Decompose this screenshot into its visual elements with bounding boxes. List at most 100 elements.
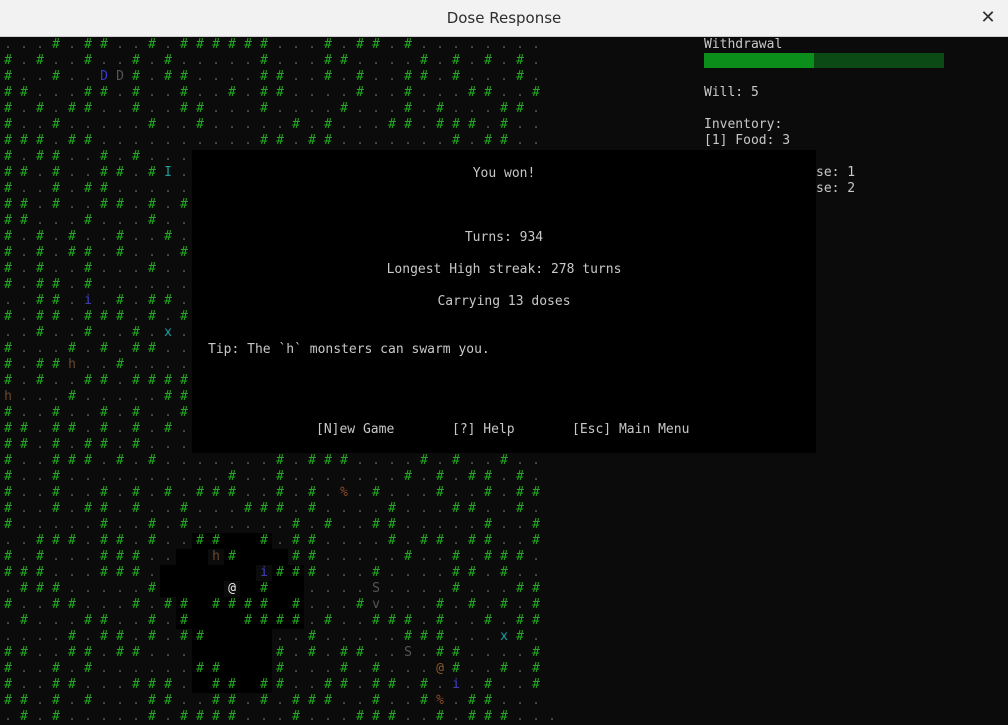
wall-tile: # (68, 341, 76, 356)
new-game-option[interactable]: [N]ew Game (316, 422, 394, 438)
floor-tile (176, 565, 192, 581)
wall-tile: # (436, 485, 444, 500)
floor-tile: . (148, 133, 156, 148)
wall-tile: # (84, 693, 92, 708)
floor-tile: . (420, 613, 428, 628)
floor-tile: . (324, 549, 332, 564)
floor-tile: . (340, 565, 348, 580)
floor-tile: . (452, 517, 460, 532)
floor-tile: . (180, 293, 188, 308)
wall-tile: # (388, 501, 396, 516)
wall-tile: # (52, 581, 60, 596)
wall-tile: # (4, 197, 12, 212)
wall-tile: # (180, 101, 188, 116)
floor-tile: . (52, 389, 60, 404)
wall-tile: # (436, 117, 444, 132)
wall-tile: # (148, 373, 156, 388)
wall-tile: # (340, 645, 348, 660)
wall-tile: # (324, 117, 332, 132)
floor-tile: . (356, 613, 364, 628)
floor-tile (160, 581, 176, 597)
floor-tile: . (548, 709, 556, 724)
inventory-item-dose-2[interactable]: se: 2 (816, 181, 855, 197)
wall-tile: # (404, 549, 412, 564)
floor-tile: . (68, 709, 76, 724)
floor-tile: . (180, 469, 188, 484)
wall-tile: # (116, 197, 124, 212)
wall-tile: # (356, 645, 364, 660)
floor-tile: . (132, 133, 140, 148)
floor-tile: . (132, 117, 140, 132)
floor-tile (208, 565, 224, 581)
floor-tile (256, 549, 272, 565)
main-menu-option[interactable]: [Esc] Main Menu (572, 422, 689, 438)
floor-tile (224, 629, 240, 645)
wall-tile: # (52, 309, 60, 324)
help-option[interactable]: [?] Help (452, 422, 515, 438)
floor-tile: . (84, 629, 92, 644)
floor-tile (272, 581, 288, 597)
floor-tile: . (116, 597, 124, 612)
floor-tile: . (420, 37, 428, 52)
map-row: # #. #. #... # #.. # #. #. # # #.. #.. #%. # #... (0, 693, 696, 709)
map-row: #. #... # # #.. h # # #..... #.. #. # # #. (0, 549, 696, 565)
floor-tile: . (516, 597, 524, 612)
floor-tile: . (116, 85, 124, 100)
floor-tile: . (132, 277, 140, 292)
floor-tile: . (180, 277, 188, 292)
floor-tile: . (404, 565, 412, 580)
wall-tile: # (272, 565, 288, 581)
floor-tile: . (148, 229, 156, 244)
floor-tile: . (84, 341, 92, 356)
wall-tile: # (532, 581, 540, 596)
floor-tile: . (132, 453, 140, 468)
floor-tile: . (484, 69, 492, 84)
wall-tile: # (100, 37, 108, 52)
wall-tile: # (308, 133, 316, 148)
floor-tile (272, 597, 288, 613)
wall-tile: # (4, 341, 12, 356)
floor-tile: . (100, 325, 108, 340)
wall-tile: # (436, 613, 444, 628)
floor-tile: . (404, 533, 412, 548)
floor-tile: . (164, 181, 172, 196)
inventory-item-food[interactable]: [1] Food: 3 (704, 133, 790, 149)
inventory-item-dose-1[interactable]: se: 1 (816, 165, 855, 181)
floor-tile: . (100, 53, 108, 68)
floor-tile: . (84, 389, 92, 404)
wall-tile: # (100, 437, 108, 452)
floor-tile: . (164, 245, 172, 260)
wall-tile: # (4, 53, 12, 68)
floor-tile: . (404, 485, 412, 500)
floor-tile: . (164, 517, 172, 532)
floor-tile: . (468, 549, 476, 564)
floor-tile (272, 549, 288, 565)
wall-tile: # (20, 437, 28, 452)
wall-tile: # (4, 213, 12, 228)
floor-tile: . (356, 133, 364, 148)
tip-text: Tip: The `h` monsters can swarm you. (208, 342, 490, 357)
floor-tile: . (420, 709, 428, 724)
floor-tile: . (84, 597, 92, 612)
wall-tile: # (4, 133, 12, 148)
wall-tile: # (116, 357, 124, 372)
wall-tile: # (20, 421, 28, 436)
close-icon[interactable]: ✕ (978, 0, 998, 36)
floor-tile: . (452, 709, 460, 724)
wall-tile: # (4, 101, 12, 116)
floor-tile: . (292, 629, 300, 644)
floor-tile: . (20, 341, 28, 356)
floor-tile: . (228, 69, 236, 84)
floor-tile: . (84, 69, 92, 84)
floor-tile: . (116, 341, 124, 356)
wall-tile: # (20, 709, 28, 724)
floor-tile: . (164, 133, 172, 148)
wall-tile: # (356, 69, 364, 84)
floor-tile: . (228, 501, 236, 516)
floor-tile: . (36, 677, 44, 692)
victory-dialog: You won! Turns: 934 Longest High streak:… (192, 150, 816, 453)
monster-v: v (372, 597, 380, 612)
wall-tile: # (84, 661, 92, 676)
floor-tile: . (500, 613, 508, 628)
wall-tile: # (324, 693, 332, 708)
